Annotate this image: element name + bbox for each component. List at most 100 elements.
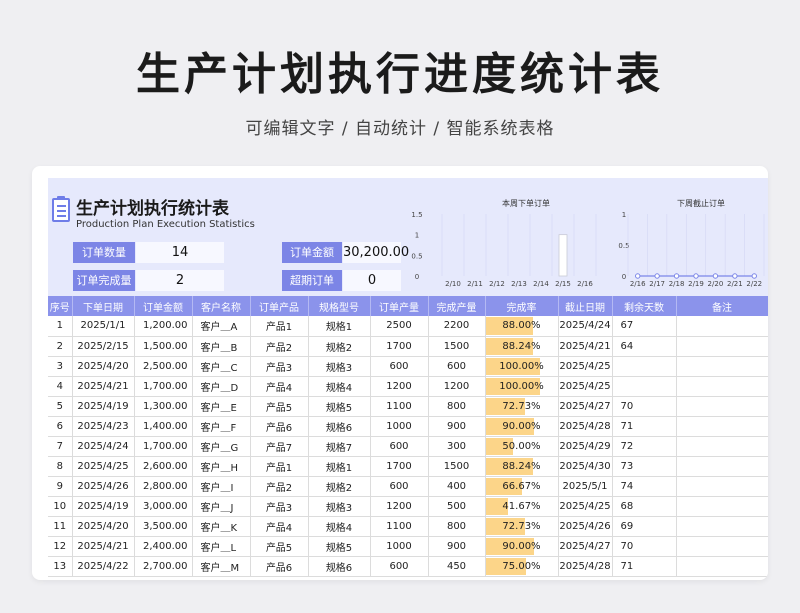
remaining-days-cell[interactable]: 74 — [612, 476, 677, 497]
note-cell[interactable] — [676, 556, 768, 577]
product-cell[interactable]: 产品7 — [250, 436, 309, 457]
completion-rate-cell[interactable]: 88.24% — [485, 456, 559, 477]
product-cell[interactable]: 产品6 — [250, 556, 309, 577]
row-number-cell[interactable]: 13 — [48, 556, 73, 577]
order-qty-cell[interactable]: 600 — [370, 356, 429, 377]
product-cell[interactable]: 产品2 — [250, 476, 309, 497]
client-name-cell[interactable]: 客户＿A — [192, 316, 251, 337]
completion-rate-cell[interactable]: 90.00% — [485, 416, 559, 437]
completion-rate-cell[interactable]: 100.00% — [485, 356, 559, 377]
order-amount-cell[interactable]: 1,400.00 — [134, 416, 193, 437]
note-cell[interactable] — [676, 356, 768, 377]
spec-cell[interactable]: 规格4 — [308, 376, 371, 397]
remaining-days-cell[interactable]: 70 — [612, 536, 677, 557]
done-qty-cell[interactable]: 900 — [428, 536, 486, 557]
row-number-cell[interactable]: 8 — [48, 456, 73, 477]
note-cell[interactable] — [676, 336, 768, 357]
done-qty-cell[interactable]: 400 — [428, 476, 486, 497]
order-date-cell[interactable]: 2025/2/15 — [72, 336, 135, 357]
order-date-cell[interactable]: 2025/4/24 — [72, 436, 135, 457]
row-number-cell[interactable]: 1 — [48, 316, 73, 337]
order-date-cell[interactable]: 2025/4/19 — [72, 496, 135, 517]
order-amount-cell[interactable]: 2,700.00 — [134, 556, 193, 577]
remaining-days-cell[interactable]: 64 — [612, 336, 677, 357]
note-cell[interactable] — [676, 536, 768, 557]
product-cell[interactable]: 产品5 — [250, 536, 309, 557]
note-cell[interactable] — [676, 396, 768, 417]
product-cell[interactable]: 产品3 — [250, 356, 309, 377]
remaining-days-cell[interactable]: 69 — [612, 516, 677, 537]
order-date-cell[interactable]: 2025/4/26 — [72, 476, 135, 497]
note-cell[interactable] — [676, 316, 768, 337]
product-cell[interactable]: 产品6 — [250, 416, 309, 437]
done-qty-cell[interactable]: 450 — [428, 556, 486, 577]
column-header[interactable]: 剩余天数 — [612, 296, 677, 316]
column-header[interactable]: 规格型号 — [308, 296, 371, 316]
order-date-cell[interactable]: 2025/4/21 — [72, 376, 135, 397]
note-cell[interactable] — [676, 436, 768, 457]
due-date-cell[interactable]: 2025/4/29 — [558, 436, 613, 457]
order-qty-cell[interactable]: 1000 — [370, 536, 429, 557]
row-number-cell[interactable]: 3 — [48, 356, 73, 377]
order-amount-cell[interactable]: 1,300.00 — [134, 396, 193, 417]
column-header[interactable]: 订单产品 — [250, 296, 309, 316]
column-header[interactable]: 订单金额 — [134, 296, 193, 316]
done-qty-cell[interactable]: 600 — [428, 356, 486, 377]
order-qty-cell[interactable]: 1700 — [370, 456, 429, 477]
product-cell[interactable]: 产品1 — [250, 316, 309, 337]
spec-cell[interactable]: 规格6 — [308, 556, 371, 577]
order-date-cell[interactable]: 2025/1/1 — [72, 316, 135, 337]
order-amount-cell[interactable]: 1,200.00 — [134, 316, 193, 337]
remaining-days-cell[interactable]: 68 — [612, 496, 677, 517]
spec-cell[interactable]: 规格1 — [308, 316, 371, 337]
client-name-cell[interactable]: 客户＿G — [192, 436, 251, 457]
completion-rate-cell[interactable]: 66.67% — [485, 476, 559, 497]
row-number-cell[interactable]: 10 — [48, 496, 73, 517]
due-date-cell[interactable]: 2025/4/27 — [558, 396, 613, 417]
client-name-cell[interactable]: 客户＿E — [192, 396, 251, 417]
client-name-cell[interactable]: 客户＿L — [192, 536, 251, 557]
done-qty-cell[interactable]: 800 — [428, 516, 486, 537]
due-date-cell[interactable]: 2025/5/1 — [558, 476, 613, 497]
done-qty-cell[interactable]: 1200 — [428, 376, 486, 397]
stat-order-count-value[interactable]: 14 — [136, 242, 224, 263]
spec-cell[interactable]: 规格5 — [308, 536, 371, 557]
due-date-cell[interactable]: 2025/4/25 — [558, 496, 613, 517]
order-qty-cell[interactable]: 2500 — [370, 316, 429, 337]
completion-rate-cell[interactable]: 72.73% — [485, 516, 559, 537]
completion-rate-cell[interactable]: 72.73% — [485, 396, 559, 417]
row-number-cell[interactable]: 4 — [48, 376, 73, 397]
product-cell[interactable]: 产品4 — [250, 376, 309, 397]
note-cell[interactable] — [676, 476, 768, 497]
remaining-days-cell[interactable]: 67 — [612, 316, 677, 337]
due-date-cell[interactable]: 2025/4/26 — [558, 516, 613, 537]
column-header[interactable]: 完成产量 — [428, 296, 486, 316]
spec-cell[interactable]: 规格6 — [308, 416, 371, 437]
row-number-cell[interactable]: 9 — [48, 476, 73, 497]
remaining-days-cell[interactable]: 71 — [612, 416, 677, 437]
stat-completed-value[interactable]: 2 — [136, 270, 224, 291]
order-qty-cell[interactable]: 1700 — [370, 336, 429, 357]
spec-cell[interactable]: 规格4 — [308, 516, 371, 537]
spec-cell[interactable]: 规格3 — [308, 496, 371, 517]
completion-rate-cell[interactable]: 75.00% — [485, 556, 559, 577]
client-name-cell[interactable]: 客户＿B — [192, 336, 251, 357]
spec-cell[interactable]: 规格2 — [308, 476, 371, 497]
column-header[interactable]: 备注 — [676, 296, 768, 316]
order-qty-cell[interactable]: 600 — [370, 556, 429, 577]
done-qty-cell[interactable]: 1500 — [428, 336, 486, 357]
done-qty-cell[interactable]: 900 — [428, 416, 486, 437]
completion-rate-cell[interactable]: 41.67% — [485, 496, 559, 517]
remaining-days-cell[interactable] — [612, 356, 677, 377]
due-date-cell[interactable]: 2025/4/30 — [558, 456, 613, 477]
column-header[interactable]: 客户名称 — [192, 296, 251, 316]
order-date-cell[interactable]: 2025/4/22 — [72, 556, 135, 577]
order-qty-cell[interactable]: 600 — [370, 476, 429, 497]
order-date-cell[interactable]: 2025/4/20 — [72, 356, 135, 377]
order-amount-cell[interactable]: 3,000.00 — [134, 496, 193, 517]
client-name-cell[interactable]: 客户＿K — [192, 516, 251, 537]
order-date-cell[interactable]: 2025/4/21 — [72, 536, 135, 557]
product-cell[interactable]: 产品1 — [250, 456, 309, 477]
order-amount-cell[interactable]: 1,500.00 — [134, 336, 193, 357]
order-amount-cell[interactable]: 1,700.00 — [134, 376, 193, 397]
